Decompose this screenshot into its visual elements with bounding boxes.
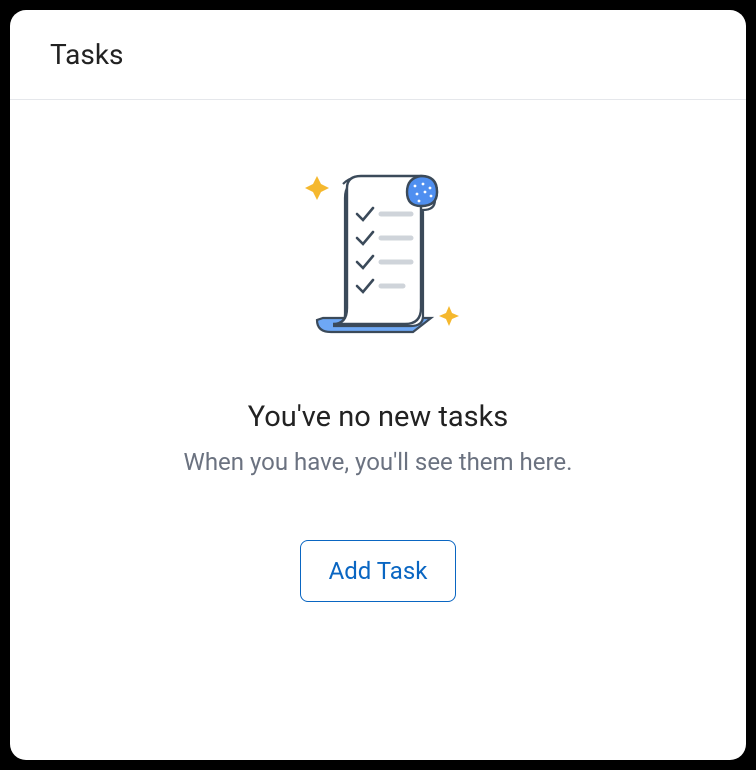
card-header: Tasks [10,10,746,100]
empty-state-subtitle: When you have, you'll see them here. [184,448,573,476]
card-body: You've no new tasks When you have, you'l… [10,100,746,760]
sparkle-icon [439,306,459,326]
sparkle-icon [305,176,329,200]
add-task-button[interactable]: Add Task [300,540,457,602]
card-title: Tasks [50,38,706,71]
empty-tasks-illustration [263,158,493,358]
tasks-card: Tasks [10,10,746,760]
empty-state-title: You've no new tasks [248,400,509,434]
